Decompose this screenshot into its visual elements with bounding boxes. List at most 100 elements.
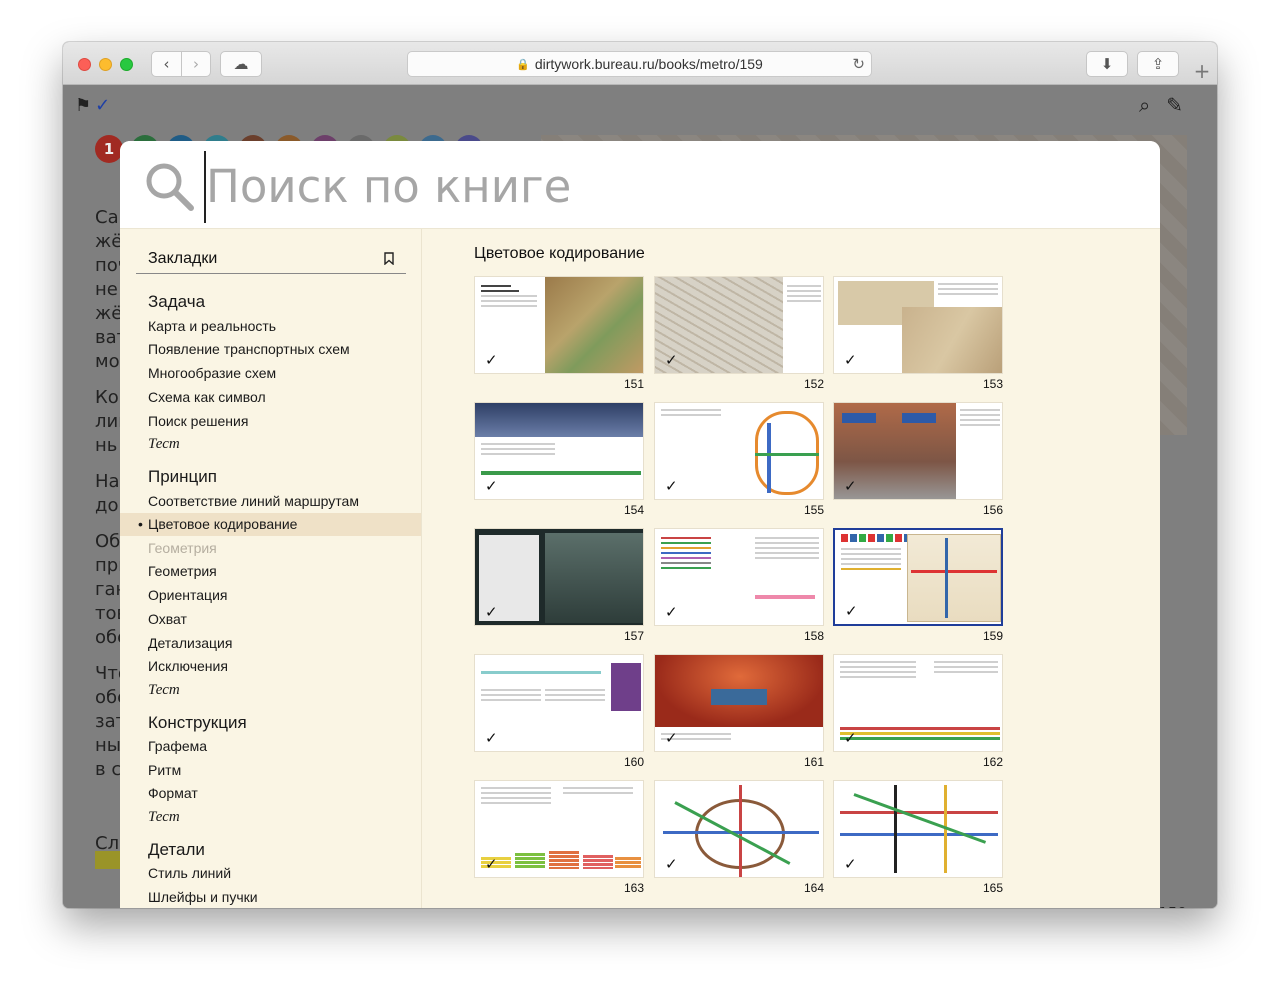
toc-chapter[interactable]: Принцип	[120, 465, 421, 488]
section-title: Цветовое кодирование	[474, 245, 645, 262]
page-thumbnail[interactable]: ✓	[474, 528, 644, 626]
page-thumbnail[interactable]: ✓	[474, 654, 644, 752]
forward-button[interactable]: ›	[180, 52, 210, 76]
background-text-fragment: до	[95, 495, 119, 516]
read-check-icon: ✓	[485, 729, 498, 747]
thumbnail-page-number: 153	[982, 377, 1003, 391]
background-text-fragment: На	[95, 471, 120, 492]
thumbnail-page-number: 152	[803, 377, 824, 391]
history-nav-group: ‹ ›	[151, 51, 211, 77]
thumbnail-page-number: 157	[623, 629, 644, 643]
bookmark-icon[interactable]: ⚑	[75, 95, 91, 116]
page-thumbnail[interactable]: ✓	[654, 780, 824, 878]
back-button[interactable]: ‹	[152, 52, 181, 76]
pen-icon[interactable]: ✎	[1166, 93, 1183, 117]
toc-chapter[interactable]: Конструкция	[120, 711, 421, 734]
toc-item[interactable]: Стиль линий	[120, 862, 421, 885]
lock-icon: 🔒	[516, 58, 530, 71]
read-check-icon: ✓	[665, 351, 678, 369]
thumbnail-page-number: 165	[982, 881, 1003, 895]
toc-chapter[interactable]: Задача	[120, 290, 421, 313]
toc-item[interactable]: Тест	[120, 806, 421, 829]
close-window-button[interactable]	[78, 58, 91, 71]
search-icon[interactable]: ⌕	[1139, 93, 1150, 117]
background-text-fragment: мо	[95, 351, 120, 372]
toc-item[interactable]: Карта и реальность	[120, 315, 421, 338]
share-button[interactable]: ⇪	[1137, 51, 1179, 77]
toc-item[interactable]: Многообразие схем	[120, 362, 421, 385]
magnifier-icon	[146, 163, 194, 211]
page-thumbnail[interactable]: ✓	[654, 654, 824, 752]
read-check-icon: ✓	[844, 729, 857, 747]
browser-window: ‹ › ☁ 🔒 dirtywork.bureau.ru/books/metro/…	[63, 42, 1217, 908]
page-thumbnail[interactable]: ✓	[833, 780, 1003, 878]
icloud-tabs-button[interactable]: ☁	[220, 51, 262, 77]
thumbnail-page-number: 164	[803, 881, 824, 895]
read-check-icon: ✓	[485, 603, 498, 621]
toc-item[interactable]: Ориентация	[120, 584, 421, 607]
background-text-fragment: ны	[95, 735, 121, 756]
toc-item[interactable]: Формат	[120, 782, 421, 805]
toc-item[interactable]: Геометрия	[120, 537, 421, 560]
zoom-window-button[interactable]	[120, 58, 133, 71]
page-thumbnail[interactable]: ✓	[654, 276, 824, 374]
page-thumbnail[interactable]: ✓	[474, 276, 644, 374]
toc-item[interactable]: Тест	[120, 433, 421, 456]
page-thumbnail[interactable]: ✓	[654, 528, 824, 626]
background-text-fragment: не	[95, 279, 118, 300]
page-thumbnail[interactable]: ✓	[474, 402, 644, 500]
thumbnail-page-number: 159	[982, 629, 1003, 643]
read-check-icon: ✓	[665, 477, 678, 495]
toc-item[interactable]: Детализация	[120, 632, 421, 655]
read-check-icon: ✓	[845, 602, 858, 620]
bookmarks-label: Закладки	[148, 250, 218, 267]
read-check-icon: ✓	[844, 351, 857, 369]
minimize-window-button[interactable]	[99, 58, 112, 71]
line-circle-1[interactable]: 1	[95, 135, 123, 163]
bookmark-icon	[384, 252, 394, 265]
reload-icon[interactable]: ↻	[852, 55, 865, 73]
read-check-icon: ✓	[485, 351, 498, 369]
browser-toolbar: ‹ › ☁ 🔒 dirtywork.bureau.ru/books/metro/…	[63, 42, 1217, 85]
thumbnail-page-number: 163	[623, 881, 644, 895]
toc-item[interactable]: Появление транспортных схем	[120, 338, 421, 361]
read-check-icon: ✓	[665, 855, 678, 873]
download-icon: ⬇	[1100, 55, 1114, 73]
share-icon: ⇪	[1151, 55, 1165, 73]
page-thumbnail[interactable]: ✓	[833, 528, 1003, 626]
checkmark-icon[interactable]: ✓	[95, 95, 110, 116]
toc-item[interactable]: Соответствие линий маршрутам	[120, 490, 421, 513]
toc-item[interactable]: Графема	[120, 735, 421, 758]
address-bar[interactable]: 🔒 dirtywork.bureau.ru/books/metro/159 ↻	[407, 51, 872, 77]
background-text-fragment: Об	[95, 531, 121, 552]
toc-item[interactable]: Геометрия	[120, 560, 421, 583]
toc-item[interactable]: Цветовое кодирование	[120, 513, 421, 536]
toc-item[interactable]: Охват	[120, 608, 421, 631]
thumbnail-page-number: 161	[803, 755, 824, 769]
page-thumbnail[interactable]: ✓	[833, 402, 1003, 500]
page-thumbnail[interactable]: ✓	[654, 402, 824, 500]
page-thumbnail[interactable]: ✓	[833, 654, 1003, 752]
bookmarks-header[interactable]: Закладки	[136, 250, 406, 274]
thumbnail-panel: Цветовое кодирование ✓ 151 ✓ 152 ✓ 153 ✓ 154 ✓ 15…	[423, 229, 1160, 908]
toc-item[interactable]: Шлейфы и пучки	[120, 886, 421, 908]
background-text-fragment: нь	[95, 435, 118, 456]
new-tab-button[interactable]: +	[1187, 58, 1217, 85]
thumbnail-page-number: 162	[982, 755, 1003, 769]
background-color-bar	[95, 851, 121, 869]
toc-item[interactable]: Тест	[120, 679, 421, 702]
toc-item[interactable]: Схема как символ	[120, 386, 421, 409]
background-text-fragment: жё	[95, 231, 123, 252]
thumbnail-page-number: 158	[803, 629, 824, 643]
toc-item[interactable]: Ритм	[120, 759, 421, 782]
page-thumbnail[interactable]: ✓	[833, 276, 1003, 374]
toc-sidebar: Закладки Задача Карта и реальность Появлен…	[120, 229, 422, 908]
downloads-button[interactable]: ⬇	[1086, 51, 1128, 77]
toc-item[interactable]: Исключения	[120, 655, 421, 678]
toc-item[interactable]: Поиск решения	[120, 410, 421, 433]
background-page-number: 159	[1158, 904, 1187, 908]
book-search-input[interactable]	[206, 154, 1126, 218]
thumbnail-page-number: 156	[982, 503, 1003, 517]
page-thumbnail[interactable]: ✓	[474, 780, 644, 878]
toc-chapter[interactable]: Детали	[120, 838, 421, 861]
